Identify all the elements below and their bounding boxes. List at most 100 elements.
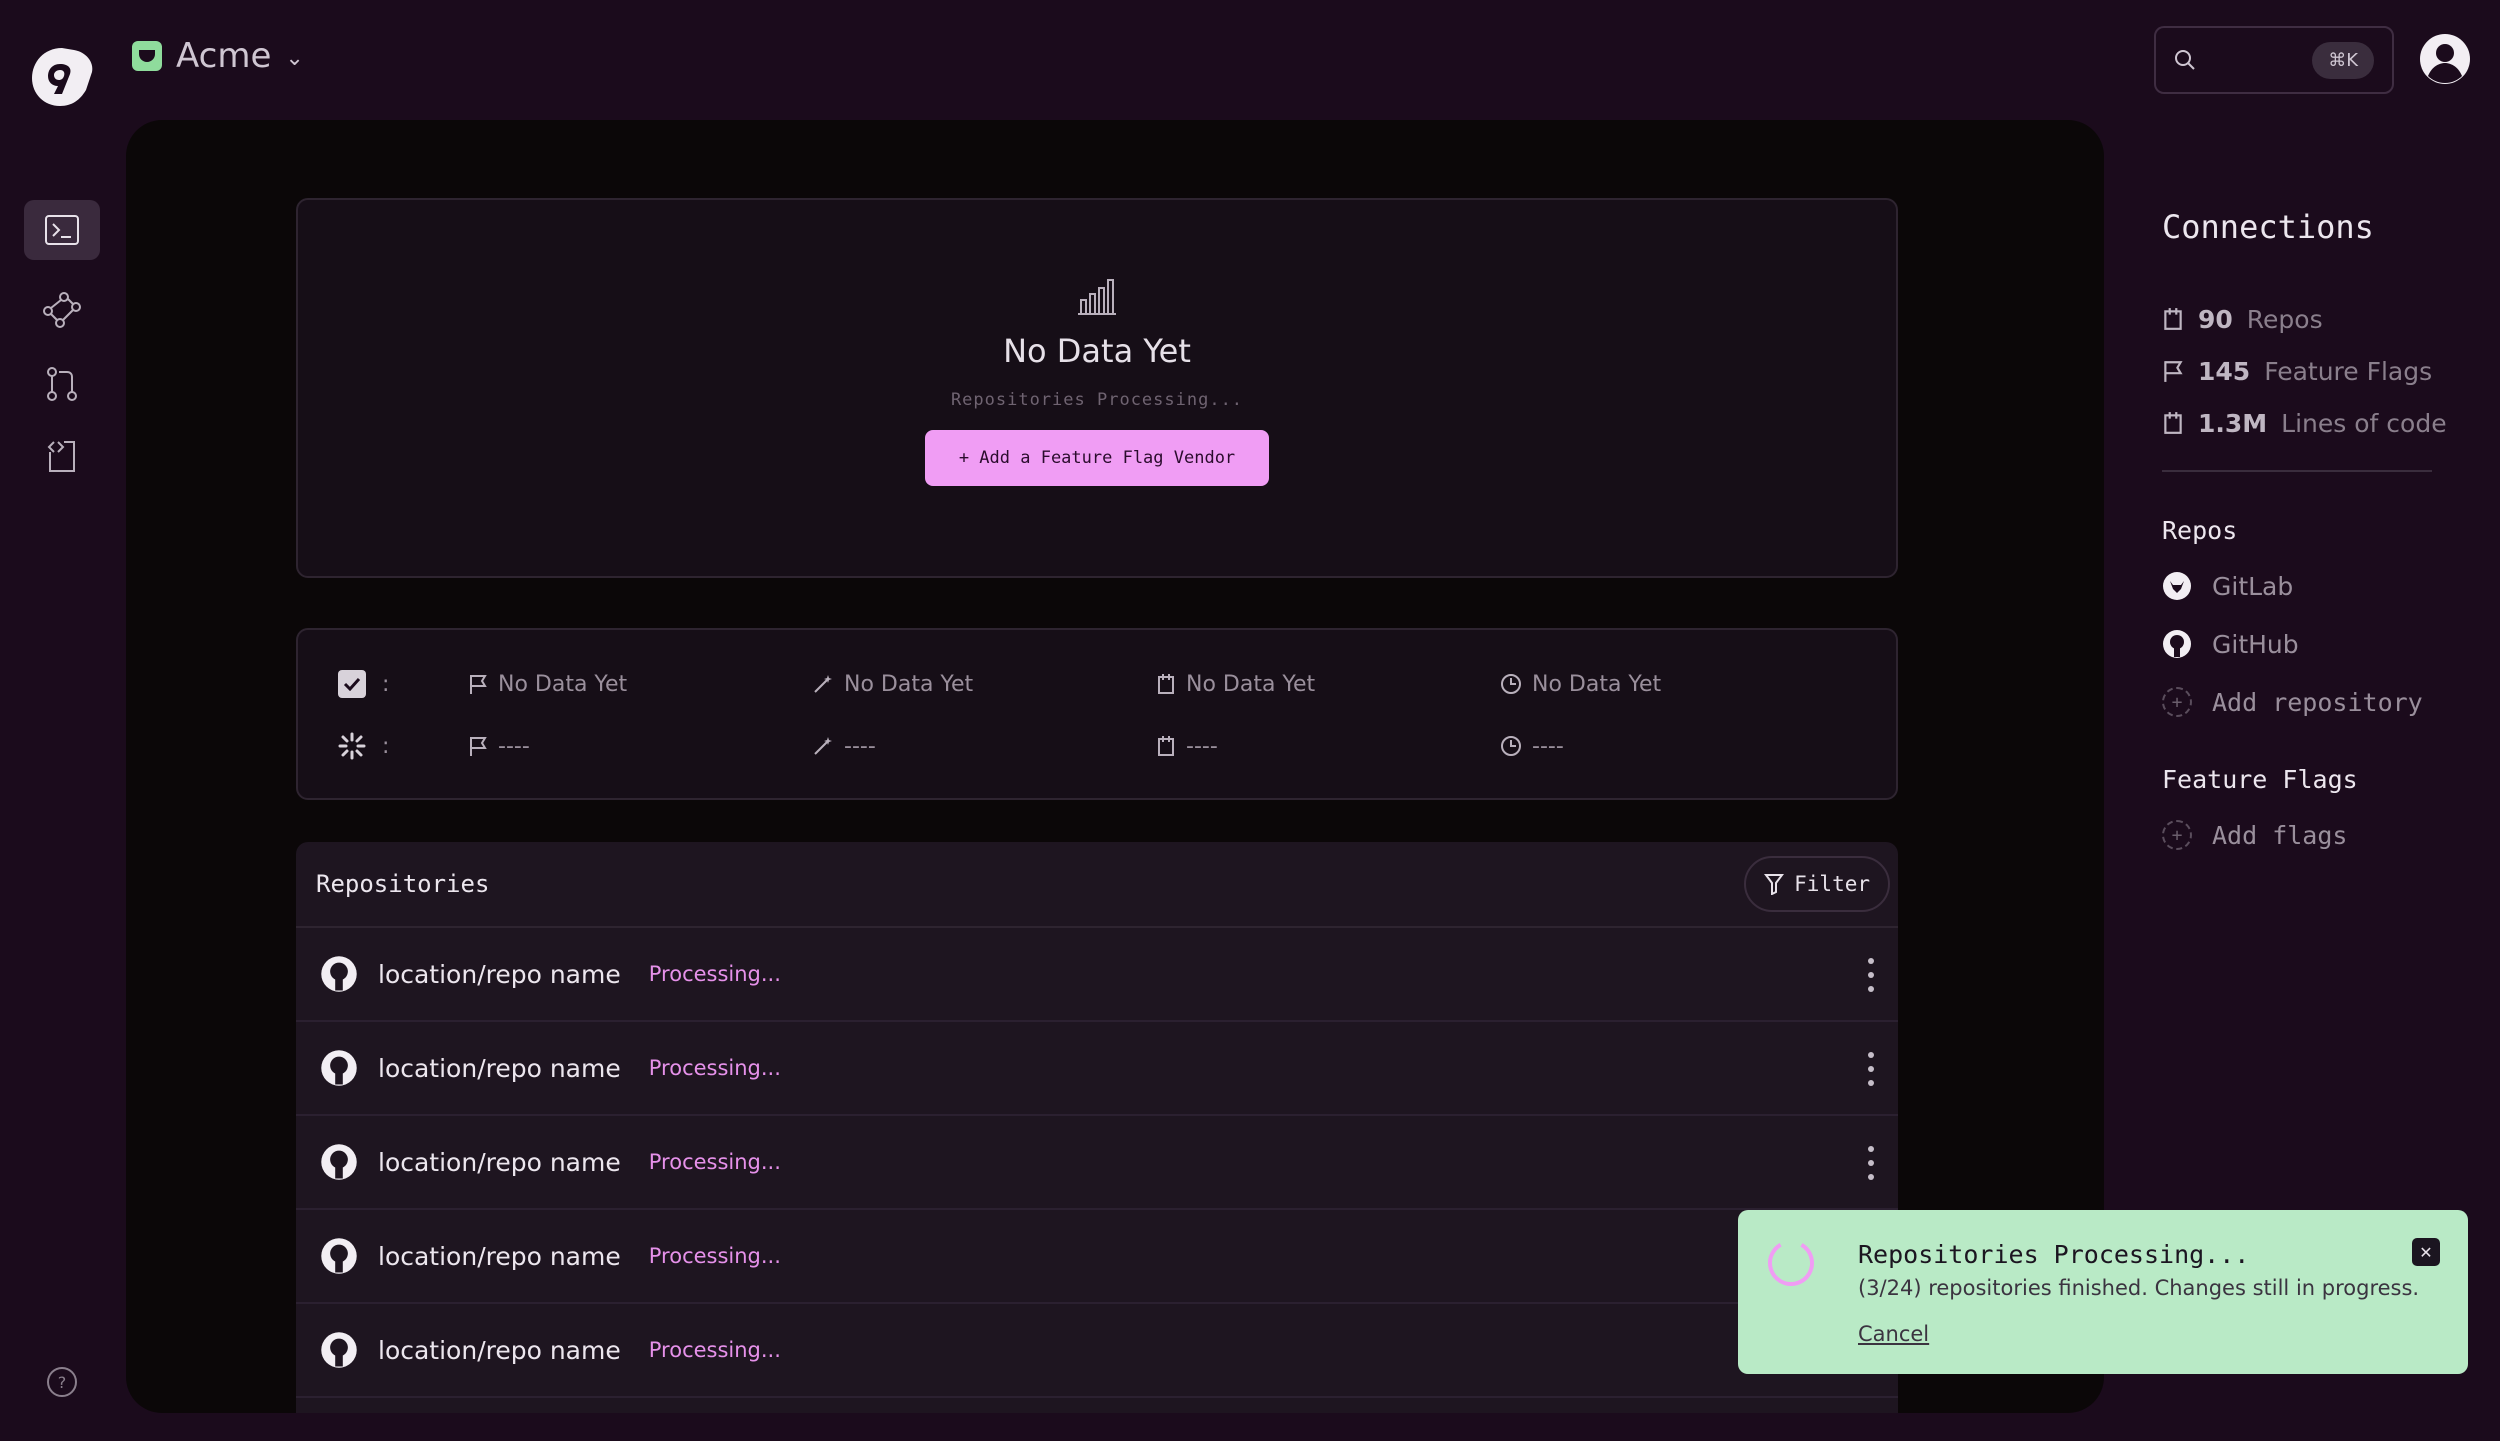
gitlab-icon: [2163, 572, 2191, 600]
connection-stat-loc: 1.3M Lines of code: [2162, 408, 2462, 438]
repo-status: Processing...: [648, 1338, 781, 1362]
flag-icon: [470, 737, 487, 756]
empty-state-card: No Data Yet Repositories Processing... +…: [296, 198, 1898, 578]
more-options-icon[interactable]: [1868, 1052, 1874, 1086]
gitlab-org-icon: [132, 41, 162, 71]
help-icon[interactable]: ?: [46, 1366, 78, 1398]
flag-icon: [470, 675, 487, 694]
repo-name: location/repo name: [378, 1147, 621, 1177]
add-flags-link[interactable]: + Add flags: [2162, 818, 2462, 852]
repo-row[interactable]: location/repo name Processing...: [296, 1304, 1898, 1398]
checkbox-checked-icon[interactable]: [338, 670, 366, 698]
close-icon[interactable]: ✕: [2412, 1238, 2440, 1266]
github-icon: [321, 1144, 357, 1180]
clock-icon: [1501, 736, 1521, 756]
loading-spinner-icon: [338, 732, 366, 760]
toast-title: Repositories Processing...: [1858, 1240, 2250, 1269]
repositories-title: Repositories: [316, 870, 490, 898]
repo-name: location/repo name: [378, 1053, 621, 1083]
more-options-icon[interactable]: [1868, 1146, 1874, 1180]
magic-wand-icon: [814, 737, 832, 755]
stat-value: ----: [1532, 733, 1564, 759]
stats-separator: :: [382, 671, 390, 697]
progress-spinner-icon: [1768, 1240, 1814, 1286]
github-icon: [321, 1238, 357, 1274]
github-icon: [321, 956, 357, 992]
nav-branches[interactable]: [24, 354, 100, 414]
stat-value: ----: [498, 733, 530, 759]
stats-row: : ---- ---- ---- ----: [338, 726, 1856, 766]
repo-row[interactable]: location/repo name Processing...: [296, 1116, 1898, 1210]
repo-link-label: GitHub: [2212, 629, 2299, 659]
repo-name: location/repo name: [378, 959, 621, 989]
github-icon: [321, 1050, 357, 1086]
search-shortcut-badge: ⌘K: [2312, 41, 2374, 79]
repo-status: Processing...: [648, 962, 781, 986]
repo-link-gitlab[interactable]: GitLab: [2162, 569, 2462, 603]
repo-name: location/repo name: [378, 1335, 621, 1365]
repo-icon: [2164, 412, 2182, 434]
repo-icon: [1158, 674, 1174, 694]
graph-icon: [43, 292, 81, 328]
bar-chart-icon: [1078, 279, 1116, 315]
svg-text:?: ?: [58, 1373, 67, 1392]
repo-link-label: GitLab: [2212, 571, 2294, 601]
org-name: Acme: [176, 36, 272, 76]
repo-name: location/repo name: [378, 1241, 621, 1271]
repo-status: Processing...: [648, 1150, 781, 1174]
repo-row[interactable]: location/repo name Processing...: [296, 1210, 1898, 1304]
github-icon: [321, 1332, 357, 1368]
add-circle-icon: +: [2162, 687, 2192, 717]
magic-wand-icon: [814, 675, 832, 693]
toast-detail: (3/24) repositories finished. Changes st…: [1858, 1276, 2420, 1300]
chevron-down-icon: ⌄: [285, 45, 304, 71]
git-branch-icon: [47, 367, 77, 401]
repositories-table: Repositories Filter location/repo name Pr…: [296, 842, 1898, 1413]
user-avatar-icon[interactable]: [2418, 32, 2472, 86]
add-vendor-button[interactable]: + Add a Feature Flag Vendor: [925, 430, 1269, 486]
add-circle-icon: +: [2162, 820, 2192, 850]
repositories-header: Repositories Filter: [296, 842, 1898, 928]
connection-stat-flags: 145 Feature Flags: [2162, 356, 2462, 386]
connection-label: Feature Flags: [2264, 356, 2433, 386]
add-flags-label: Add flags: [2212, 820, 2348, 850]
filter-button[interactable]: Filter: [1744, 856, 1890, 912]
add-repository-link[interactable]: + Add repository: [2162, 685, 2462, 719]
stats-separator: :: [382, 733, 390, 759]
connections-panel: Connections 90 Repos 145 Feature Flags 1…: [2162, 208, 2462, 852]
repo-icon: [1158, 736, 1174, 756]
repo-row[interactable]: location/repo name Processing...: [296, 928, 1898, 1022]
toast-cancel-link[interactable]: Cancel: [1858, 1322, 1929, 1346]
flags-section-title: Feature Flags: [2162, 765, 2358, 794]
empty-state-title: No Data Yet: [1003, 332, 1191, 370]
empty-state-subtitle: Repositories Processing...: [950, 390, 1244, 410]
stats-card: : No Data Yet No Data Yet No Data Yet No…: [296, 628, 1898, 800]
nav-code[interactable]: [24, 426, 100, 486]
connection-label: Repos: [2246, 304, 2323, 334]
terminal-icon: [45, 215, 79, 245]
app-logo-icon[interactable]: [26, 42, 98, 114]
repos-section-title: Repos: [2162, 516, 2238, 545]
more-options-icon[interactable]: [1868, 958, 1874, 992]
stat-value: No Data Yet: [844, 671, 974, 697]
add-repository-label: Add repository: [2212, 687, 2423, 717]
connection-value: 1.3M: [2198, 408, 2268, 438]
search-input[interactable]: ⌘K: [2154, 26, 2394, 94]
search-icon: [2175, 50, 2195, 70]
org-switcher[interactable]: Acme ⌄: [132, 36, 304, 76]
divider: [2162, 470, 2432, 472]
nav-graph[interactable]: [24, 280, 100, 340]
connection-value: 145: [2198, 356, 2251, 386]
repo-status: Processing...: [648, 1056, 781, 1080]
repo-link-github[interactable]: GitHub: [2162, 627, 2462, 661]
nav-terminal[interactable]: [24, 200, 100, 260]
repo-status: Processing...: [648, 1244, 781, 1268]
filter-icon: [1764, 874, 1785, 895]
github-icon: [2163, 630, 2191, 658]
clock-icon: [1501, 674, 1521, 694]
repo-row[interactable]: location/repo name Processing...: [296, 1022, 1898, 1116]
stat-value: ----: [1186, 733, 1218, 759]
connection-value: 90: [2198, 304, 2233, 334]
connection-stat-repos: 90 Repos: [2162, 304, 2462, 334]
stat-value: ----: [844, 733, 876, 759]
